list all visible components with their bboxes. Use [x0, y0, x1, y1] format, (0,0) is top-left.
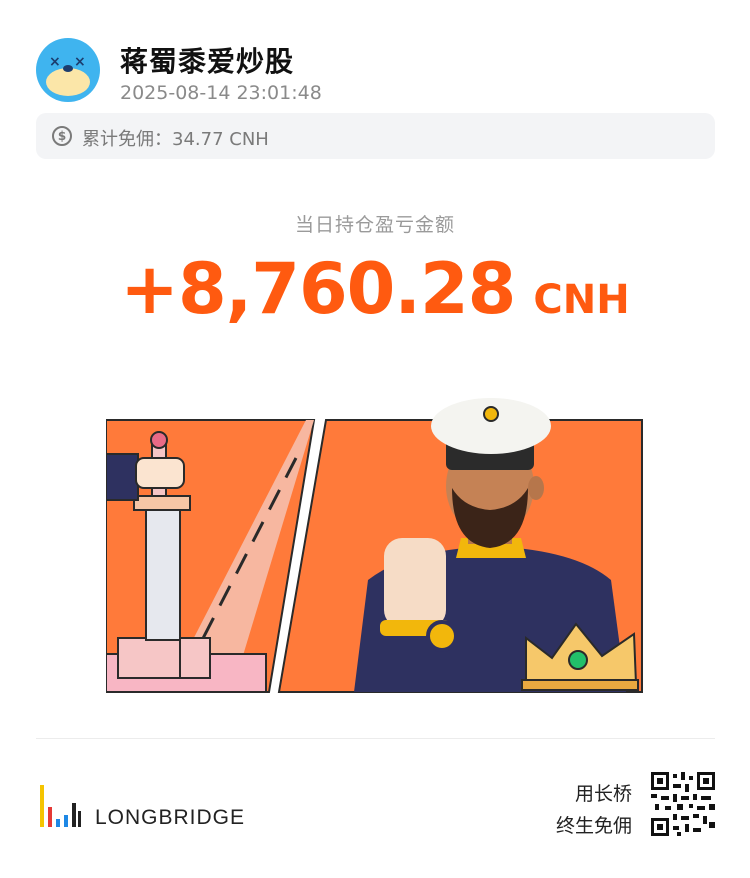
captain-fist — [384, 538, 446, 628]
brand-name: LONGBRIDGE — [95, 806, 246, 829]
sword-blade — [145, 505, 181, 641]
dollar-circle-icon: $ — [52, 126, 72, 146]
sleeve — [106, 453, 139, 501]
avatar-eye-left: × — [49, 54, 61, 70]
pedestal — [117, 637, 211, 679]
avatar-eye-right: × — [74, 54, 86, 70]
pnl-value: +8,760.28 — [120, 248, 516, 330]
divider — [36, 738, 715, 739]
avatar-snout — [46, 68, 90, 96]
sword-pommel — [150, 431, 168, 449]
slogan-line-1: 用长桥 — [574, 783, 632, 805]
slogan-line-2: 终生免佣 — [555, 815, 632, 837]
qr-code[interactable] — [651, 772, 715, 836]
pnl-amount: +8,760.28 CNH — [0, 248, 750, 330]
pnl-currency: CNH — [533, 277, 630, 323]
watch-face — [426, 620, 458, 652]
captain-ear-right — [528, 476, 544, 500]
cap-badge — [483, 406, 499, 422]
crown-jewel — [568, 650, 588, 670]
commission-free-bar: $ 累计免佣：34.77 CNH — [36, 113, 715, 159]
username[interactable]: 蒋蜀黍爱炒股 — [120, 40, 294, 80]
pnl-label: 当日持仓盈亏金额 — [294, 214, 455, 236]
post-datetime: 2025-08-14 23:01:48 — [120, 82, 322, 104]
avatar-nose — [63, 65, 73, 72]
post-header: × × 蒋蜀黍爱炒股 2025-08-14 23:01:48 — [36, 38, 716, 108]
hand — [135, 457, 185, 489]
commission-free-text: 累计免佣：34.77 CNH — [82, 129, 269, 150]
longbridge-logo-icon — [40, 785, 81, 827]
captain-illustration — [106, 398, 643, 693]
slogan: 用长桥 终生免佣 — [556, 778, 632, 842]
avatar[interactable]: × × — [36, 38, 100, 102]
